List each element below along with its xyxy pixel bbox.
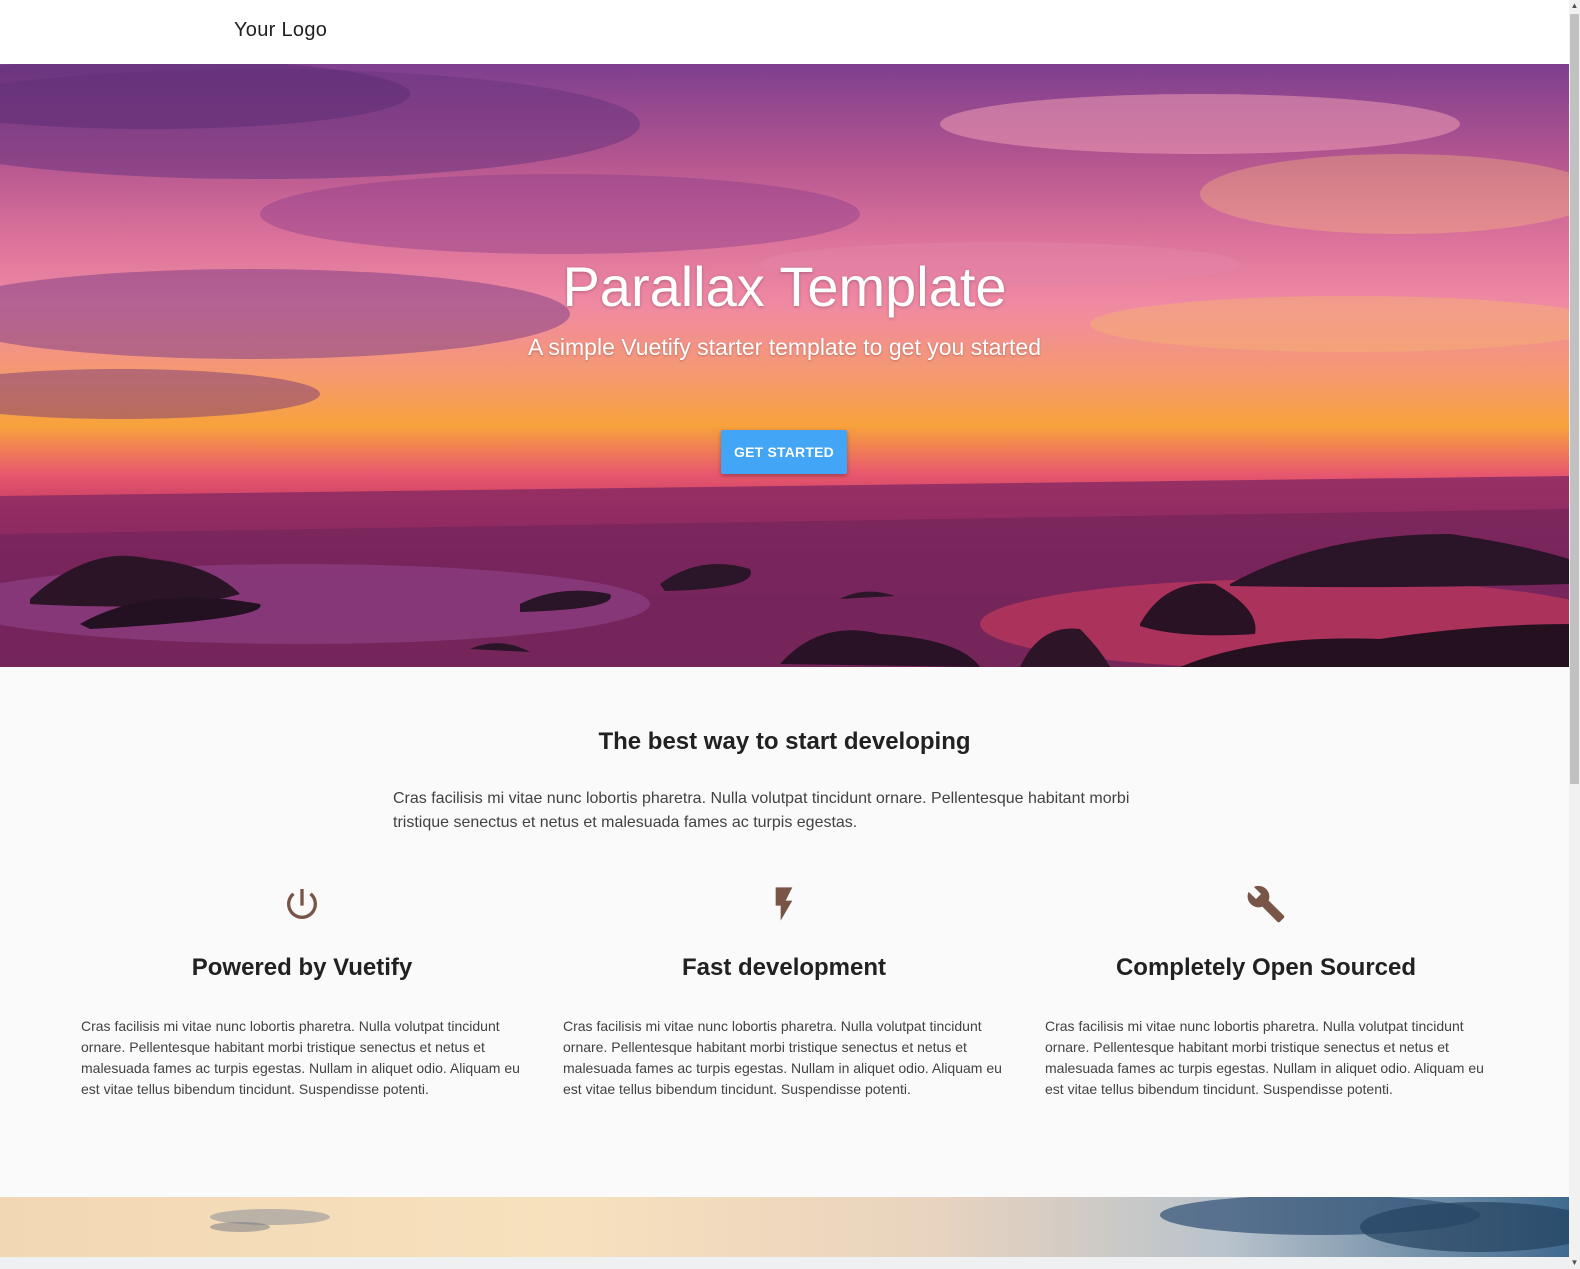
power-icon bbox=[287, 889, 317, 919]
logo-text[interactable]: Your Logo bbox=[234, 19, 327, 42]
section-text: Cras facilisis mi vitae nunc lobortis ph… bbox=[393, 790, 1130, 831]
feature-title: Completely Open Sourced bbox=[1115, 954, 1417, 981]
feature-text: Cras facilisis mi vitae nunc lobortis ph… bbox=[81, 1018, 520, 1097]
toolbar: Your Logo bbox=[0, 0, 1569, 64]
hero-subtitle: A simple Vuetify starter template to get… bbox=[527, 334, 1042, 360]
page: Your Logo Parallax Template A simple Vue… bbox=[0, 0, 1580, 1269]
feature-card-fast: Fast development Cras facilisis mi vitae… bbox=[563, 884, 1005, 1100]
feature-card-open-source: Completely Open Sourced Cras facilisis m… bbox=[1045, 884, 1487, 1100]
section-title: The best way to start developing bbox=[598, 728, 971, 755]
get-started-button[interactable]: GET STARTED bbox=[721, 430, 847, 474]
hero-background-image bbox=[0, 64, 1569, 667]
scrollbar-thumb[interactable] bbox=[1570, 14, 1579, 784]
page-bottom-edge bbox=[0, 1257, 1569, 1269]
feature-text: Cras facilisis mi vitae nunc lobortis ph… bbox=[1045, 1018, 1484, 1097]
wrench-icon bbox=[1247, 885, 1285, 923]
scroll-up-icon[interactable]: ▲ bbox=[1569, 0, 1580, 12]
hero-title: Parallax Template bbox=[562, 255, 1007, 318]
feature-title: Powered by Vuetify bbox=[191, 954, 413, 981]
hero-parallax: Parallax Template A simple Vuetify start… bbox=[0, 64, 1569, 667]
scroll-down-icon[interactable]: ▼ bbox=[1569, 1257, 1580, 1269]
feature-title: Fast development bbox=[681, 954, 887, 981]
feature-text: Cras facilisis mi vitae nunc lobortis ph… bbox=[563, 1018, 1002, 1097]
flash-icon bbox=[775, 887, 793, 921]
feature-card-powered: Powered by Vuetify Cras facilisis mi vit… bbox=[81, 884, 523, 1100]
vertical-scrollbar[interactable]: ▲ ▼ bbox=[1569, 0, 1580, 1269]
